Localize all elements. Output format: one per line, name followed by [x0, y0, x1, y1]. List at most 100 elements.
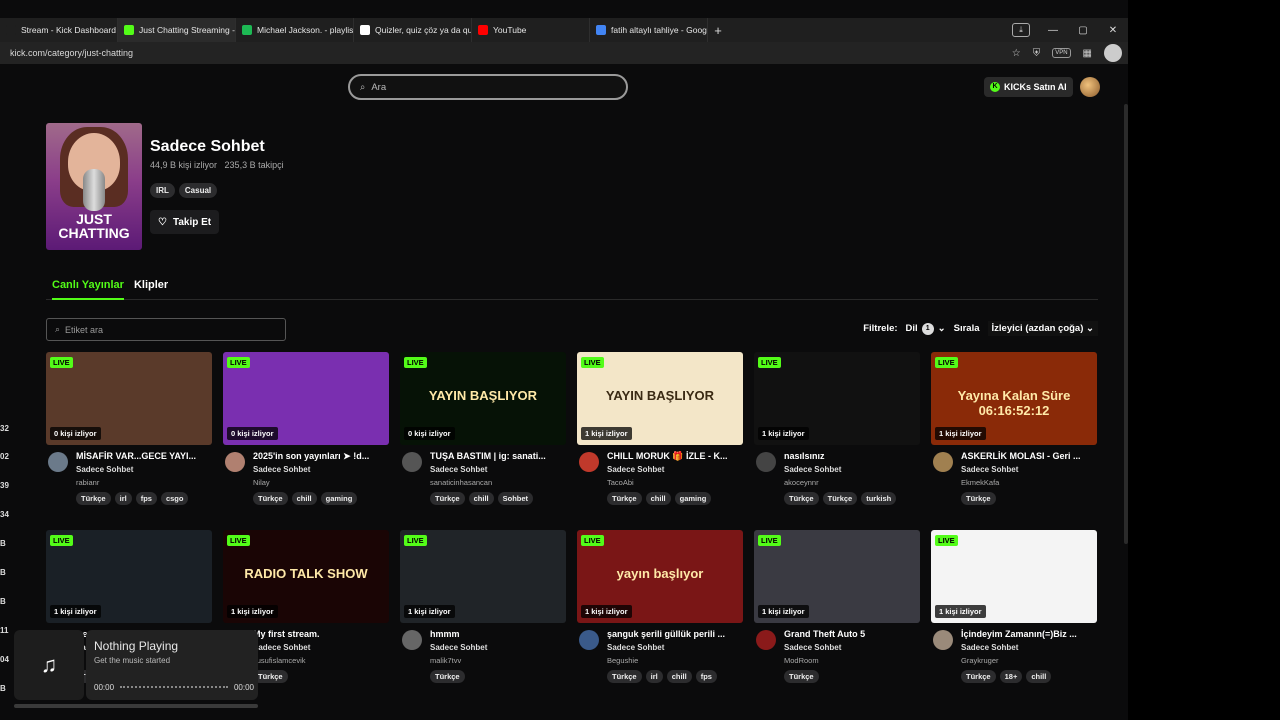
- stream-tag[interactable]: Sohbet: [497, 492, 534, 505]
- streamer-name[interactable]: TacoAbi: [607, 478, 634, 487]
- stream-thumbnail[interactable]: LIVE 1 kişi izliyor: [754, 530, 920, 623]
- stream-tag[interactable]: chill: [291, 492, 317, 505]
- music-seek-bar[interactable]: [120, 686, 228, 689]
- kicks-purchase-button[interactable]: K KICKs Satın Al: [984, 77, 1073, 97]
- follow-button[interactable]: ♡ Takip Et: [150, 210, 220, 234]
- new-tab-button[interactable]: +: [708, 23, 728, 38]
- search-box[interactable]: ⌕ Ara: [348, 74, 628, 100]
- stream-tag[interactable]: fps: [695, 670, 717, 683]
- stream-tag[interactable]: Türkçe: [961, 492, 996, 505]
- minimize-button[interactable]: —: [1038, 25, 1068, 36]
- stream-tag[interactable]: Türkçe: [607, 492, 642, 505]
- tab-clips[interactable]: Klipler: [134, 274, 168, 300]
- browser-tab[interactable]: YouTube: [472, 18, 590, 42]
- stream-thumbnail[interactable]: LIVE Yayına Kalan Süre 06:16:52:12 1 kişi …: [931, 352, 1097, 445]
- stream-card[interactable]: LIVE 1 kişi izliyor hmmm Sadece Sohbet malik…: [400, 530, 566, 684]
- stream-card[interactable]: LIVE 1 kişi izliyor Grand Theft Auto 5 Sade…: [754, 530, 920, 684]
- browser-tab[interactable]: Stream - Kick Dashboard: [0, 18, 118, 42]
- stream-tag[interactable]: irl: [114, 492, 132, 505]
- streamer-name[interactable]: yusufislamcevik: [253, 656, 306, 665]
- stream-category[interactable]: Sadece Sohbet: [253, 643, 310, 652]
- stream-category[interactable]: Sadece Sohbet: [607, 643, 664, 652]
- stream-tag[interactable]: Türkçe: [253, 670, 288, 683]
- streamer-avatar[interactable]: [933, 452, 953, 472]
- streamer-avatar[interactable]: [756, 630, 776, 650]
- stream-title[interactable]: şanguk şerili güllük perili ...: [607, 629, 743, 639]
- stream-card[interactable]: LIVE 0 kişi izliyor 2025'in son yayınları …: [223, 352, 389, 506]
- stream-tag[interactable]: Türkçe: [76, 492, 111, 505]
- stream-tag[interactable]: csgo: [160, 492, 189, 505]
- stream-tag[interactable]: Türkçe: [253, 492, 288, 505]
- stream-category[interactable]: Sadece Sohbet: [430, 465, 487, 474]
- stream-thumbnail[interactable]: LIVE yayın başlıyor 1 kişi izliyor: [577, 530, 743, 623]
- stream-title[interactable]: CHILL MORUK 🎁 İZLE - K...: [607, 451, 743, 462]
- stream-card[interactable]: LIVE YAYIN BAŞLIYOR 1 kişi izliyor CHILL MO…: [577, 352, 743, 506]
- music-note-icon[interactable]: ♫: [14, 630, 84, 700]
- downloads-icon[interactable]: ⤓: [1012, 23, 1030, 37]
- stream-category[interactable]: Sadece Sohbet: [76, 465, 133, 474]
- browser-tab[interactable]: Michael Jackson. - playlist: [236, 18, 354, 42]
- stream-tag[interactable]: Türkçe: [822, 492, 858, 505]
- category-tag[interactable]: Casual: [178, 183, 218, 198]
- browser-tab[interactable]: Just Chatting Streaming - L: [118, 18, 236, 42]
- stream-tag[interactable]: Türkçe: [784, 492, 819, 505]
- stream-tag[interactable]: Türkçe: [430, 492, 465, 505]
- tab-live-streams[interactable]: Canlı Yayınlar: [52, 274, 124, 300]
- streamer-avatar[interactable]: [48, 452, 68, 472]
- stream-category[interactable]: Sadece Sohbet: [961, 465, 1018, 474]
- extension-shield-icon[interactable]: ⛨: [1033, 48, 1041, 59]
- category-tag[interactable]: IRL: [150, 183, 175, 198]
- stream-category[interactable]: Sadece Sohbet: [784, 643, 841, 652]
- stream-category[interactable]: Sadece Sohbet: [784, 465, 841, 474]
- stream-tag[interactable]: Türkçe: [430, 670, 465, 683]
- stream-card[interactable]: LIVE 1 kişi izliyor nasılsınız Sadece Sohbe…: [754, 352, 920, 506]
- bookmark-icon[interactable]: ☆: [1012, 48, 1021, 59]
- streamer-avatar[interactable]: [579, 452, 599, 472]
- stream-tag[interactable]: Türkçe: [961, 670, 996, 683]
- vpn-icon[interactable]: VPN: [1052, 48, 1071, 58]
- stream-category[interactable]: Sadece Sohbet: [961, 643, 1018, 652]
- stream-thumbnail[interactable]: LIVE 0 kişi izliyor: [223, 352, 389, 445]
- stream-title[interactable]: hmmm: [430, 629, 566, 639]
- stream-thumbnail[interactable]: LIVE YAYIN BAŞLIYOR 0 kişi izliyor: [400, 352, 566, 445]
- stream-tag[interactable]: chill: [468, 492, 494, 505]
- stream-thumbnail[interactable]: LIVE 1 kişi izliyor: [46, 530, 212, 623]
- streamer-avatar[interactable]: [579, 630, 599, 650]
- streamer-name[interactable]: akoceynnr: [784, 478, 819, 487]
- browser-tab[interactable]: Quizler, quiz çöz ya da quiz: [354, 18, 472, 42]
- streamer-name[interactable]: malik7tvv: [430, 656, 461, 665]
- maximize-button[interactable]: ▢: [1068, 25, 1098, 36]
- stream-tag[interactable]: fps: [135, 492, 157, 505]
- stream-card[interactable]: LIVE yayın başlıyor 1 kişi izliyor şanguk ş…: [577, 530, 743, 684]
- stream-tag[interactable]: turkish: [861, 492, 897, 505]
- stream-tag[interactable]: gaming: [674, 492, 712, 505]
- stream-title[interactable]: MİSAFİR VAR...GECE YAYI...: [76, 451, 212, 461]
- stream-title[interactable]: İçindeyim Zamanın(=)Biz ...: [961, 629, 1097, 639]
- tag-search-input[interactable]: ⌕ Etiket ara: [46, 318, 286, 341]
- url-field[interactable]: kick.com/category/just-chatting: [0, 48, 1012, 58]
- stream-tag[interactable]: Türkçe: [784, 670, 819, 683]
- stream-thumbnail[interactable]: LIVE YAYIN BAŞLIYOR 1 kişi izliyor: [577, 352, 743, 445]
- stream-tag[interactable]: 18+: [999, 670, 1023, 683]
- streamer-name[interactable]: EkmekKafa: [961, 478, 999, 487]
- stream-title[interactable]: Grand Theft Auto 5: [784, 629, 920, 639]
- streamer-name[interactable]: sanaticinhasancan: [430, 478, 492, 487]
- browser-profile-avatar[interactable]: [1104, 44, 1122, 62]
- browser-tab[interactable]: fatih altaylı tahliye - Googl: [590, 18, 708, 42]
- stream-card[interactable]: LIVE Yayına Kalan Süre 06:16:52:12 1 kişi …: [931, 352, 1097, 506]
- stream-category[interactable]: Sadece Sohbet: [607, 465, 664, 474]
- stream-title[interactable]: TUŞA BASTIM | ig: sanati...: [430, 451, 566, 461]
- stream-card[interactable]: LIVE 1 kişi izliyor İçindeyim Zamanın(=)Bi…: [931, 530, 1097, 684]
- streamer-name[interactable]: ModRoom: [784, 656, 819, 665]
- stream-category[interactable]: Sadece Sohbet: [253, 465, 310, 474]
- stream-tag[interactable]: chill: [666, 670, 692, 683]
- stream-thumbnail[interactable]: LIVE 0 kişi izliyor: [46, 352, 212, 445]
- streamer-name[interactable]: Nilay: [253, 478, 270, 487]
- close-window-button[interactable]: ✕: [1098, 25, 1128, 36]
- streamer-name[interactable]: Begushie: [607, 656, 638, 665]
- stream-card[interactable]: LIVE 0 kişi izliyor MİSAFİR VAR...GECE YAY…: [46, 352, 212, 506]
- streamer-name[interactable]: Graykruger: [961, 656, 999, 665]
- streamer-avatar[interactable]: [225, 452, 245, 472]
- stream-tag[interactable]: chill: [645, 492, 671, 505]
- streamer-avatar[interactable]: [756, 452, 776, 472]
